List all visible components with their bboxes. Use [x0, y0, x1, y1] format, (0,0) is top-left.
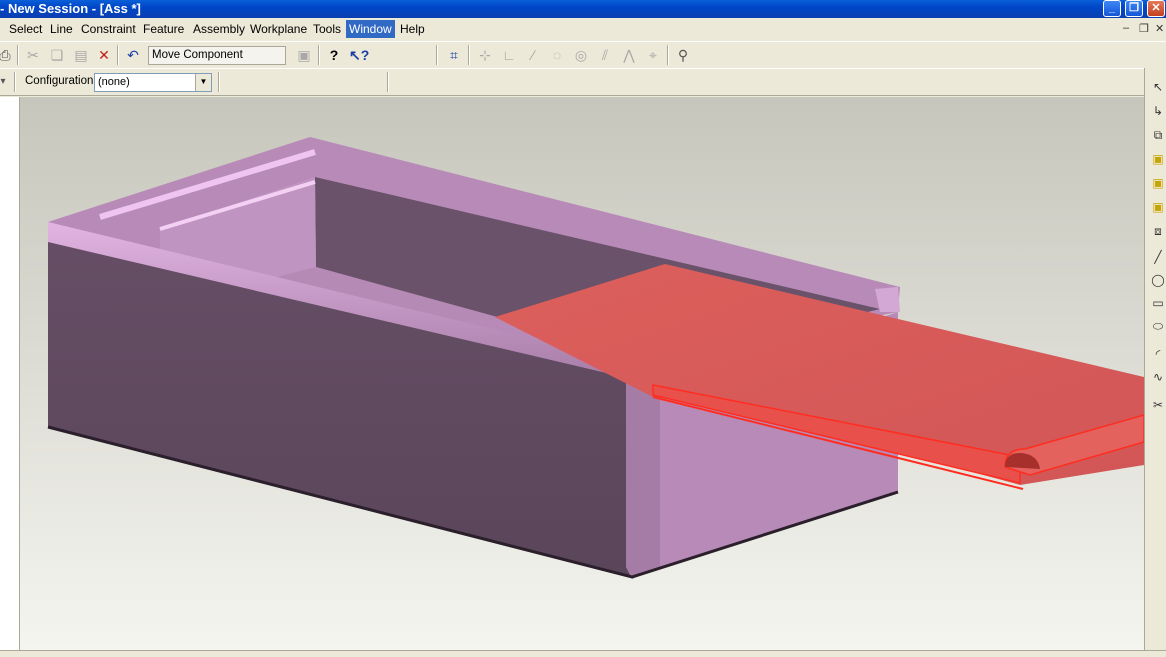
- toolbar-separator: [318, 45, 320, 65]
- ellipse-icon[interactable]: ⬭: [1149, 317, 1166, 335]
- help-icon[interactable]: ?: [325, 46, 343, 64]
- symmetric-icon[interactable]: ⋀: [620, 46, 638, 64]
- toolbar-separator: [117, 45, 119, 65]
- configuration-value: (none): [98, 76, 130, 88]
- select-vertex-icon[interactable]: ↖: [1149, 78, 1166, 96]
- maximize-button[interactable]: ❐: [1125, 0, 1143, 17]
- menu-line[interactable]: Line: [47, 20, 76, 38]
- context-help-icon[interactable]: ↖?: [349, 46, 369, 64]
- tangent-icon[interactable]: ◌: [548, 46, 566, 64]
- options-icon[interactable]: ▣: [295, 46, 313, 64]
- command-field: Move Component: [148, 46, 286, 65]
- minimize-button[interactable]: _: [1103, 0, 1121, 17]
- zoom-icon[interactable]: ⚲: [674, 46, 692, 64]
- spline-icon[interactable]: ∿: [1149, 368, 1166, 386]
- window-title: - New Session - [Ass *]: [0, 1, 141, 16]
- toolbar-separator: [387, 72, 389, 92]
- copy-icon[interactable]: ❏: [48, 46, 66, 64]
- menu-constraint[interactable]: Constraint: [78, 20, 139, 38]
- toolbar-separator: [17, 45, 19, 65]
- select-assembly-icon[interactable]: ⧈: [1149, 222, 1166, 240]
- perpendicular-icon[interactable]: ∟: [500, 46, 518, 64]
- close-button[interactable]: ✕: [1147, 0, 1165, 17]
- mdi-close-button[interactable]: ✕: [1155, 22, 1164, 35]
- toolbar-separator: [218, 72, 220, 92]
- configuration-select[interactable]: (none) ▼: [94, 73, 212, 92]
- left-panel-strip[interactable]: [0, 97, 20, 650]
- viewport-canvas[interactable]: [20, 97, 1144, 650]
- standard-toolbar: ⎙ ✂ ❏ ▤ ✕ ↶ Move Component ▣ ? ↖? ⌗ ⊹ ∟ …: [0, 41, 1166, 67]
- select-component-icon[interactable]: ▣: [1149, 198, 1166, 216]
- menu-window[interactable]: Window: [346, 20, 395, 38]
- arc-icon[interactable]: ◜: [1149, 345, 1166, 363]
- chevron-down-icon[interactable]: ▼: [195, 74, 211, 91]
- 3d-viewport[interactable]: [20, 97, 1144, 650]
- select-part-icon[interactable]: ▣: [1149, 174, 1166, 192]
- print-icon[interactable]: ⎙: [0, 46, 14, 64]
- menu-bar: Select Line Constraint Feature Assembly …: [0, 18, 1166, 39]
- configuration-label: Configuration:: [25, 75, 97, 87]
- dimension-icon[interactable]: ⌗: [445, 46, 463, 64]
- status-bar: [0, 650, 1166, 657]
- trim-icon[interactable]: ✂: [1149, 396, 1166, 414]
- equal-icon[interactable]: ⫽: [596, 46, 614, 64]
- coincident-icon[interactable]: ⊹: [476, 46, 494, 64]
- menu-help[interactable]: Help: [397, 20, 428, 38]
- toolbar-separator: [468, 45, 470, 65]
- toolbar-separator: [436, 45, 438, 65]
- select-body-icon[interactable]: ▣: [1149, 150, 1166, 168]
- cut-icon[interactable]: ✂: [24, 46, 42, 64]
- toolbar-separator: [14, 72, 16, 92]
- title-bar: - New Session - [Ass *] _ ❐ ✕: [0, 0, 1166, 18]
- right-toolbar: ↖ ↳ ⧉ ▣ ▣ ▣ ⧈ ╱ ◯ ▭ ⬭ ◜ ∿ ✂: [1144, 68, 1166, 650]
- undo-icon[interactable]: ↶: [124, 46, 142, 64]
- menu-assembly[interactable]: Assembly: [190, 20, 248, 38]
- select-edge-icon[interactable]: ↳: [1149, 102, 1166, 120]
- toolbar-separator: [667, 45, 669, 65]
- delete-icon[interactable]: ✕: [95, 46, 113, 64]
- menu-tools[interactable]: Tools: [310, 20, 344, 38]
- chevron-down-icon[interactable]: ▾: [0, 73, 12, 91]
- circle-icon[interactable]: ◯: [1149, 271, 1166, 289]
- menu-workplane[interactable]: Workplane: [247, 20, 310, 38]
- menu-select[interactable]: Select: [6, 20, 45, 38]
- fix-icon[interactable]: ⌖: [644, 46, 662, 64]
- configuration-toolbar: ▾ Configuration: (none) ▼: [0, 68, 1166, 96]
- menu-feature[interactable]: Feature: [140, 20, 187, 38]
- mdi-minimize-button[interactable]: –: [1123, 22, 1129, 34]
- concentric-icon[interactable]: ◎: [572, 46, 590, 64]
- rectangle-icon[interactable]: ▭: [1149, 294, 1166, 312]
- mdi-restore-button[interactable]: ❐: [1139, 22, 1149, 35]
- line-icon[interactable]: ╱: [1149, 248, 1166, 266]
- paste-icon[interactable]: ▤: [72, 46, 90, 64]
- select-face-icon[interactable]: ⧉: [1149, 126, 1166, 144]
- parallel-icon[interactable]: ∕: [524, 46, 542, 64]
